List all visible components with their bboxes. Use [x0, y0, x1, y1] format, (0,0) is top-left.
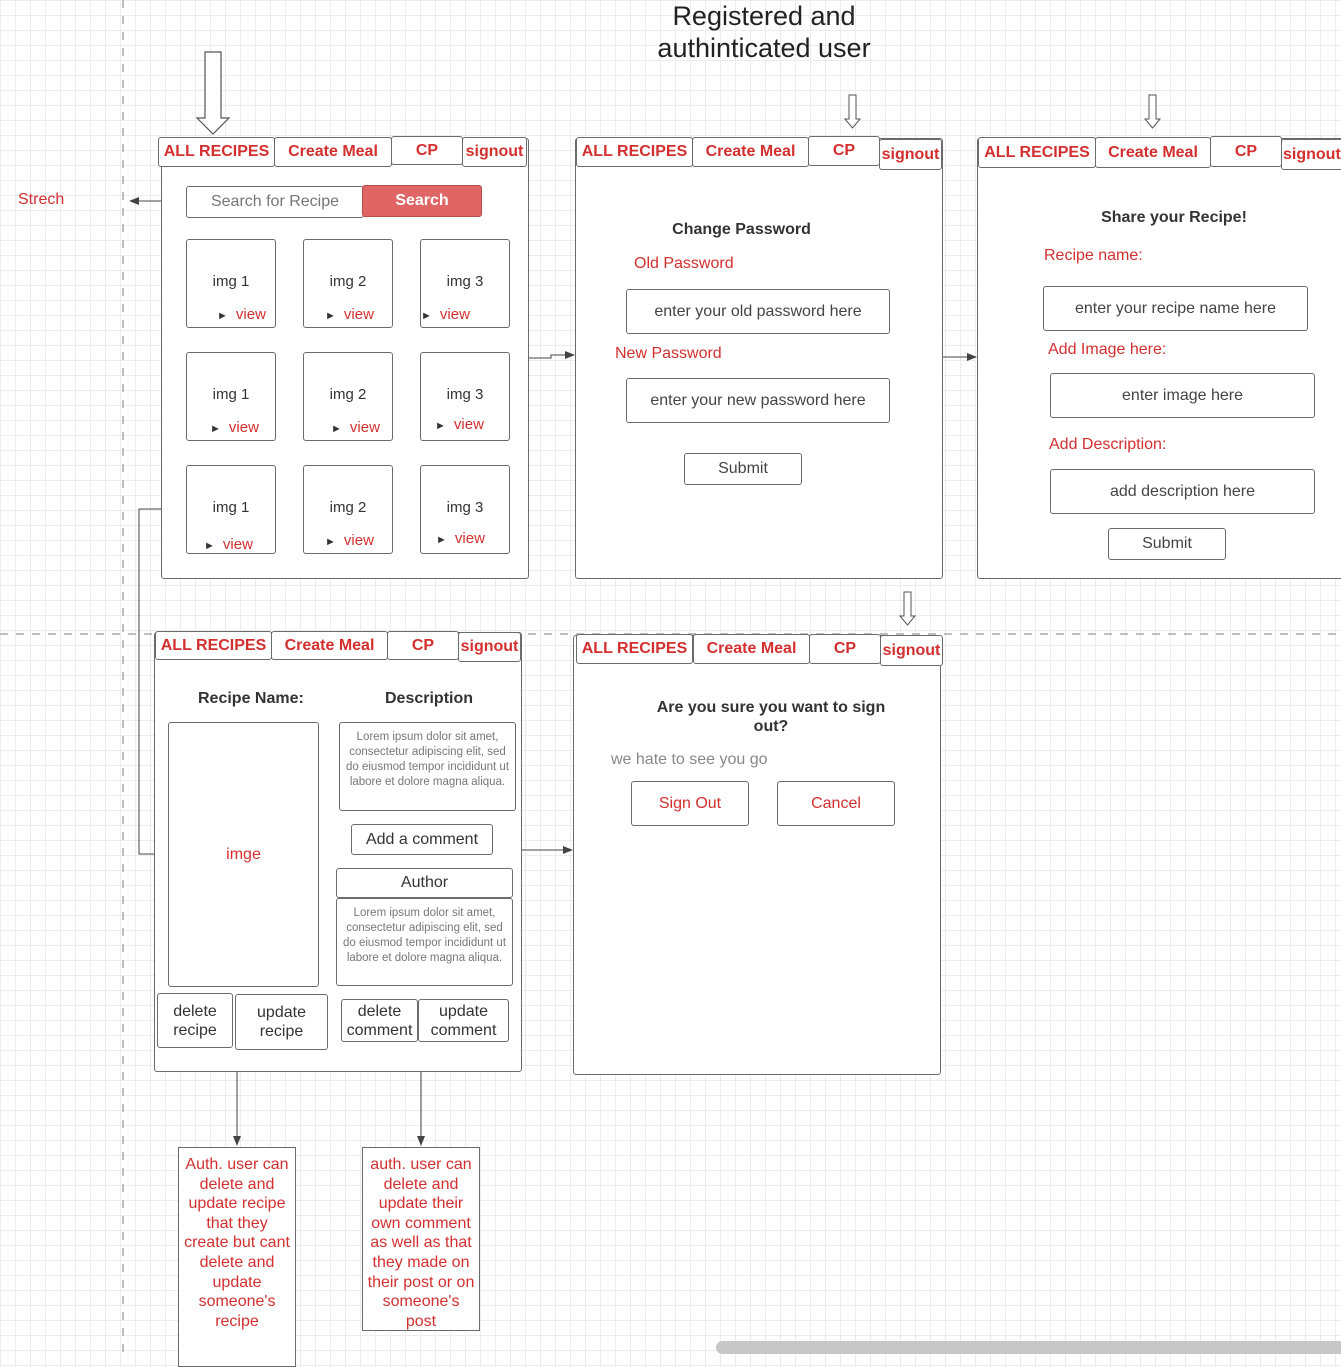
recipe-permission-note: Auth. user can delete and update recipe … [178, 1147, 296, 1367]
nav-signout[interactable]: signout [458, 632, 521, 662]
view-link[interactable]: ► view [325, 306, 374, 323]
old-password-input[interactable]: enter your old password here [626, 289, 890, 334]
big-down-arrow-icon [195, 51, 231, 135]
sign-out-button[interactable]: Sign Out [631, 781, 749, 826]
update-comment-button[interactable]: update comment [418, 999, 509, 1042]
nav-all-recipes[interactable]: ALL RECIPES [576, 137, 693, 167]
recipe-card[interactable]: img 1 ► view [186, 465, 276, 554]
nav-create-meal[interactable]: Create Meal [274, 137, 392, 167]
add-description-label: Add Description: [1049, 436, 1167, 453]
card-image-label: img 2 [329, 273, 367, 290]
nav-cp[interactable]: CP [391, 136, 463, 165]
play-icon: ► [325, 310, 336, 322]
nav-cp[interactable]: CP [808, 136, 880, 166]
recipe-card[interactable]: img 3 ► view [420, 352, 510, 441]
old-password-label: Old Password [634, 255, 734, 272]
play-icon: ► [204, 540, 215, 552]
share-submit-button[interactable]: Submit [1108, 528, 1226, 560]
view-link[interactable]: ► view [421, 306, 470, 323]
small-down-arrow-icon [843, 94, 862, 129]
nav-signout[interactable]: signout [462, 137, 527, 167]
horizontal-scrollbar[interactable] [716, 1341, 1341, 1354]
change-password-heading: Change Password [672, 221, 811, 238]
diagram-title: Registered and authinticated user [657, 1, 871, 63]
comment-permission-note: auth. user can delete and update their o… [362, 1147, 480, 1331]
description-box: Lorem ipsum dolor sit amet, consectetur … [339, 722, 516, 811]
card-image-label: img 2 [329, 386, 367, 403]
play-icon: ► [436, 534, 447, 546]
share-recipe-heading: Share your Recipe! [1101, 209, 1247, 226]
recipe-card[interactable]: img 1 ► view [186, 352, 276, 441]
nav-all-recipes[interactable]: ALL RECIPES [576, 634, 693, 664]
nav-create-meal[interactable]: Create Meal [693, 634, 810, 664]
update-recipe-button[interactable]: update recipe [235, 994, 328, 1050]
card-image-label: img 1 [212, 499, 250, 516]
home-to-cp-arrow [528, 351, 575, 359]
nav-all-recipes[interactable]: ALL RECIPES [158, 137, 275, 167]
view-link[interactable]: ► view [217, 306, 266, 323]
view-link[interactable]: ► view [204, 536, 253, 553]
signout-question: Are you sure you want to sign out? [656, 699, 886, 735]
card-image-label: img 1 [212, 273, 250, 290]
signout-subtext: we hate to see you go [611, 751, 768, 768]
change-password-submit-button[interactable]: Submit [684, 453, 802, 485]
delete-comment-button[interactable]: delete comment [341, 999, 418, 1042]
delete-recipe-button[interactable]: delete recipe [157, 993, 233, 1048]
new-password-label: New Password [615, 345, 722, 362]
recipe-image-placeholder: imge [168, 722, 319, 987]
nav-all-recipes[interactable]: ALL RECIPES [978, 137, 1096, 168]
comment-text: Lorem ipsum dolor sit amet, consectetur … [343, 907, 507, 964]
nav-signout[interactable]: signout [1281, 139, 1341, 170]
small-down-arrow-icon [1143, 94, 1162, 129]
recipe-card[interactable]: img 3 ► view [420, 465, 510, 554]
play-icon: ► [325, 536, 336, 548]
recipe-name-label: Recipe name: [1044, 247, 1143, 264]
comment-author: Author [336, 868, 513, 898]
nav-cp[interactable]: CP [1210, 136, 1282, 167]
recipe-card[interactable]: img 2 ► view [303, 465, 393, 554]
nav-signout[interactable]: signout [879, 139, 942, 170]
card-image-label: img 3 [446, 386, 484, 403]
description-header: Description [385, 690, 474, 707]
nav-all-recipes[interactable]: ALL RECIPES [155, 631, 272, 660]
recipe-name-input[interactable]: enter your recipe name here [1043, 286, 1308, 331]
cancel-button[interactable]: Cancel [777, 781, 895, 826]
recipe-name-header: Recipe Name: [198, 690, 304, 707]
view-link[interactable]: ► view [435, 416, 484, 433]
nav-cp[interactable]: CP [809, 634, 881, 664]
search-button[interactable]: Search [362, 185, 482, 217]
recipe-card[interactable]: img 2 ► view [303, 239, 393, 328]
nav-create-meal[interactable]: Create Meal [271, 631, 388, 660]
nav-create-meal[interactable]: Create Meal [692, 137, 809, 167]
search-input[interactable]: Search for Recipe [186, 186, 364, 218]
recipe-card[interactable]: img 1 ► view [186, 239, 276, 328]
small-down-arrow-icon [898, 591, 917, 626]
view-link[interactable]: ► view [325, 532, 374, 549]
play-icon: ► [217, 310, 228, 322]
view-link[interactable]: ► view [436, 530, 485, 547]
description-input[interactable]: add description here [1050, 469, 1315, 514]
card-image-label: img 2 [329, 499, 367, 516]
card-image-label: img 3 [446, 499, 484, 516]
comment-box: Lorem ipsum dolor sit amet, consectetur … [336, 898, 513, 986]
card-image-label: img 1 [212, 386, 250, 403]
add-comment-button[interactable]: Add a comment [351, 824, 493, 855]
new-password-input[interactable]: enter your new password here [626, 378, 890, 423]
view-link[interactable]: ► view [331, 419, 380, 436]
play-icon: ► [421, 310, 432, 322]
play-icon: ► [331, 423, 342, 435]
stretch-label: Strech [18, 191, 65, 208]
recipe-card[interactable]: img 2 ► view [303, 352, 393, 441]
add-image-label: Add Image here: [1048, 341, 1167, 358]
play-icon: ► [210, 423, 221, 435]
image-input[interactable]: enter image here [1050, 373, 1315, 418]
recipe-card[interactable]: img 3 ► view [420, 239, 510, 328]
card-image-label: img 3 [446, 273, 484, 290]
nav-signout[interactable]: signout [880, 635, 943, 666]
description-text: Lorem ipsum dolor sit amet, consectetur … [346, 731, 510, 788]
play-icon: ► [435, 420, 446, 432]
nav-cp[interactable]: CP [387, 631, 459, 660]
nav-create-meal[interactable]: Create Meal [1095, 137, 1211, 168]
view-link[interactable]: ► view [210, 419, 259, 436]
